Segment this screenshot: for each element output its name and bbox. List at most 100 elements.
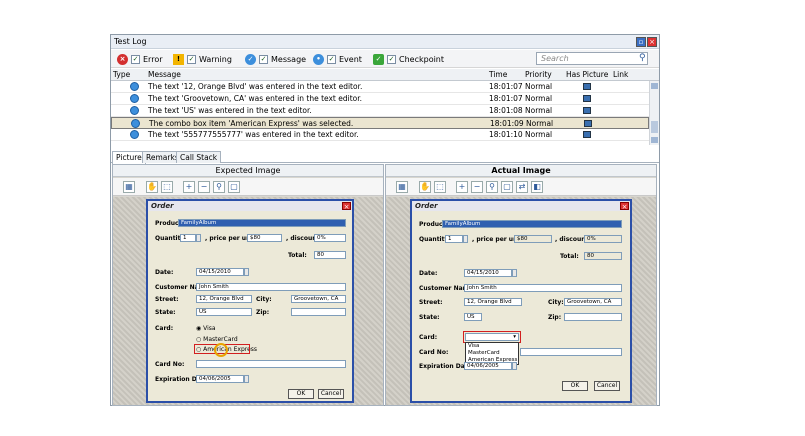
card-number-field[interactable]	[520, 348, 622, 356]
city-field[interactable]: Groovetown, CA	[291, 295, 346, 303]
quantity-stepper[interactable]: 1	[445, 235, 463, 243]
table-row[interactable]: The text 'US' was entered in the text ed…	[111, 105, 649, 117]
state-field[interactable]: US	[464, 313, 482, 321]
picture-icon[interactable]	[583, 83, 591, 90]
cancel-button[interactable]: Cancel	[318, 389, 344, 399]
filter-error[interactable]: × ✓ Error	[117, 53, 163, 65]
checkpoint-checkbox[interactable]: ✓	[387, 54, 396, 64]
customer-field[interactable]: John Smith	[464, 284, 622, 292]
expiration-spin-icon[interactable]	[512, 362, 517, 370]
col-type[interactable]: Type	[113, 70, 130, 79]
zip-field[interactable]	[564, 313, 622, 321]
card-combo[interactable]: ▾	[465, 333, 519, 341]
card-option[interactable]: Visa	[468, 343, 518, 350]
row-time: 18:01:08	[489, 106, 523, 115]
filter-checkpoint-label: Checkpoint	[399, 54, 445, 64]
filter-warning[interactable]: ! ✓ Warning	[173, 53, 232, 65]
hand-icon[interactable]: ✋	[419, 181, 431, 193]
col-time[interactable]: Time	[489, 70, 507, 79]
zoom-fit-icon[interactable]: ⚲	[213, 181, 225, 193]
zoom-fit-icon[interactable]: ⚲	[486, 181, 498, 193]
image-icon[interactable]: ▦	[396, 181, 408, 193]
filter-message[interactable]: ✓ ✓ Message	[245, 53, 306, 65]
grid-scrollbar[interactable]	[649, 81, 659, 145]
card-number-field[interactable]	[196, 360, 346, 368]
col-link[interactable]: Link	[613, 70, 628, 79]
error-checkbox[interactable]: ✓	[131, 54, 140, 64]
close-icon[interactable]: ×	[647, 37, 657, 47]
filter-event[interactable]: • ✓ Event	[313, 53, 362, 65]
date-field[interactable]: 04/15/2010	[196, 268, 244, 276]
quantity-spin-icon[interactable]	[196, 234, 201, 242]
quantity-spin-icon[interactable]	[463, 235, 468, 243]
tab-call-stack[interactable]: Call Stack	[176, 151, 222, 163]
select-icon[interactable]: ⬚	[161, 181, 173, 193]
warning-checkbox[interactable]: ✓	[187, 54, 196, 64]
total-field[interactable]: 80	[584, 252, 622, 260]
cancel-button[interactable]: Cancel	[594, 381, 620, 391]
zip-field[interactable]	[291, 308, 346, 316]
image-icon[interactable]: ▦	[123, 181, 135, 193]
select-icon[interactable]: ⬚	[434, 181, 446, 193]
table-row[interactable]: The text 'Groovetown, CA' was entered in…	[111, 93, 649, 105]
state-field[interactable]: US	[196, 308, 252, 316]
scroll-down-arrow[interactable]	[651, 137, 658, 143]
street-label: Street:	[419, 299, 443, 306]
card-mastercard-radio[interactable]: ○ MasterCard	[196, 336, 238, 343]
col-has-picture[interactable]: Has Picture	[566, 70, 608, 79]
quantity-stepper[interactable]: 1	[180, 234, 196, 242]
street-field[interactable]: 12, Orange Blvd	[464, 298, 522, 306]
expiration-spin-icon[interactable]	[244, 375, 249, 383]
message-checkbox[interactable]: ✓	[259, 54, 268, 64]
search-icon[interactable]: ⚲	[639, 53, 646, 63]
tab-picture[interactable]: Picture	[112, 151, 146, 164]
zoom-out-icon[interactable]: −	[471, 181, 483, 193]
picture-icon[interactable]	[583, 107, 591, 114]
price-field[interactable]: $80	[514, 235, 552, 243]
zoom-out-icon[interactable]: −	[198, 181, 210, 193]
close-icon[interactable]: ×	[342, 202, 351, 211]
picture-icon[interactable]	[583, 95, 591, 102]
total-field[interactable]: 80	[314, 251, 346, 259]
event-checkbox[interactable]: ✓	[327, 54, 336, 64]
compare-icon[interactable]: ⇄	[516, 181, 528, 193]
card-option[interactable]: MasterCard	[468, 350, 518, 357]
customer-field[interactable]: John Smith	[196, 283, 346, 291]
filter-checkpoint[interactable]: ✓ ✓ Checkpoint	[373, 53, 444, 65]
col-priority[interactable]: Priority	[525, 70, 552, 79]
hand-icon[interactable]: ✋	[146, 181, 158, 193]
date-field[interactable]: 04/15/2010	[464, 269, 512, 277]
table-row[interactable]: The text '12, Orange Blvd' was entered i…	[111, 81, 649, 93]
card-number-label: Card No:	[155, 361, 185, 368]
col-message[interactable]: Message	[148, 70, 181, 79]
expiration-field[interactable]: 04/06/2005	[196, 375, 244, 383]
close-icon[interactable]: ×	[620, 202, 629, 211]
product-combo[interactable]: FamilyAlbum	[442, 220, 622, 228]
restore-icon[interactable]: ▫	[636, 37, 646, 47]
picture-icon[interactable]	[584, 120, 592, 127]
table-row[interactable]: The text '555777555777' was entered in t…	[111, 129, 649, 141]
highlight-icon[interactable]: ◧	[531, 181, 543, 193]
actual-size-icon[interactable]: ▢	[228, 181, 240, 193]
date-spin-icon[interactable]	[512, 269, 517, 277]
ok-button[interactable]: OK	[288, 389, 314, 399]
actual-size-icon[interactable]: ▢	[501, 181, 513, 193]
date-spin-icon[interactable]	[244, 268, 249, 276]
card-visa-radio[interactable]: ◉ Visa	[196, 325, 216, 332]
discount-field[interactable]: 0%	[314, 234, 346, 242]
discount-field[interactable]: 0%	[584, 235, 622, 243]
table-row-selected[interactable]: The combo box item 'American Express' wa…	[111, 117, 649, 129]
price-field[interactable]: $80	[247, 234, 282, 242]
ok-button[interactable]: OK	[562, 381, 588, 391]
actual-image-pane: Actual Image ▦ ✋ ⬚ + − ⚲ ▢ ⇄ ◧ Order × P…	[385, 164, 657, 406]
street-field[interactable]: 12, Orange Blvd	[196, 295, 252, 303]
search-input[interactable]: Search	[536, 52, 648, 65]
zoom-in-icon[interactable]: +	[456, 181, 468, 193]
picture-icon[interactable]	[583, 131, 591, 138]
scroll-thumb[interactable]	[651, 121, 658, 133]
product-combo[interactable]: FamilyAlbum	[178, 219, 346, 227]
city-field[interactable]: Groovetown, CA	[564, 298, 622, 306]
zoom-in-icon[interactable]: +	[183, 181, 195, 193]
expiration-field[interactable]: 04/06/2005	[464, 362, 512, 370]
scroll-up-arrow[interactable]	[651, 83, 658, 89]
